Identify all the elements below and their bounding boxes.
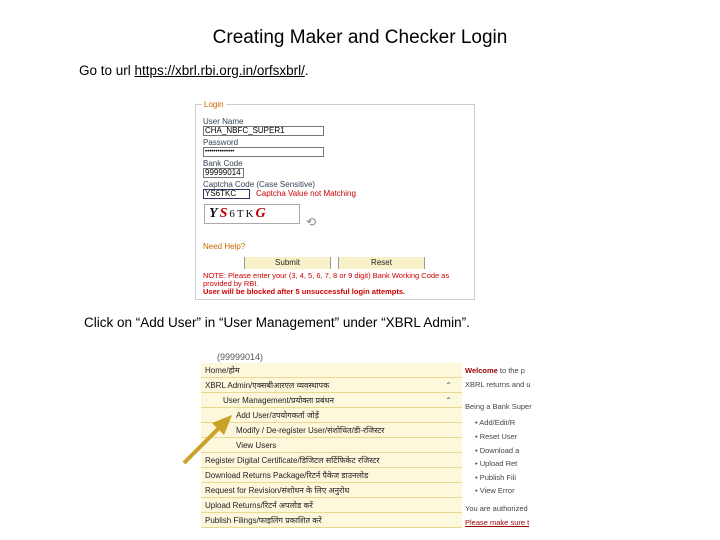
pointer-arrow <box>182 415 232 465</box>
arrow-shaft <box>182 423 224 465</box>
